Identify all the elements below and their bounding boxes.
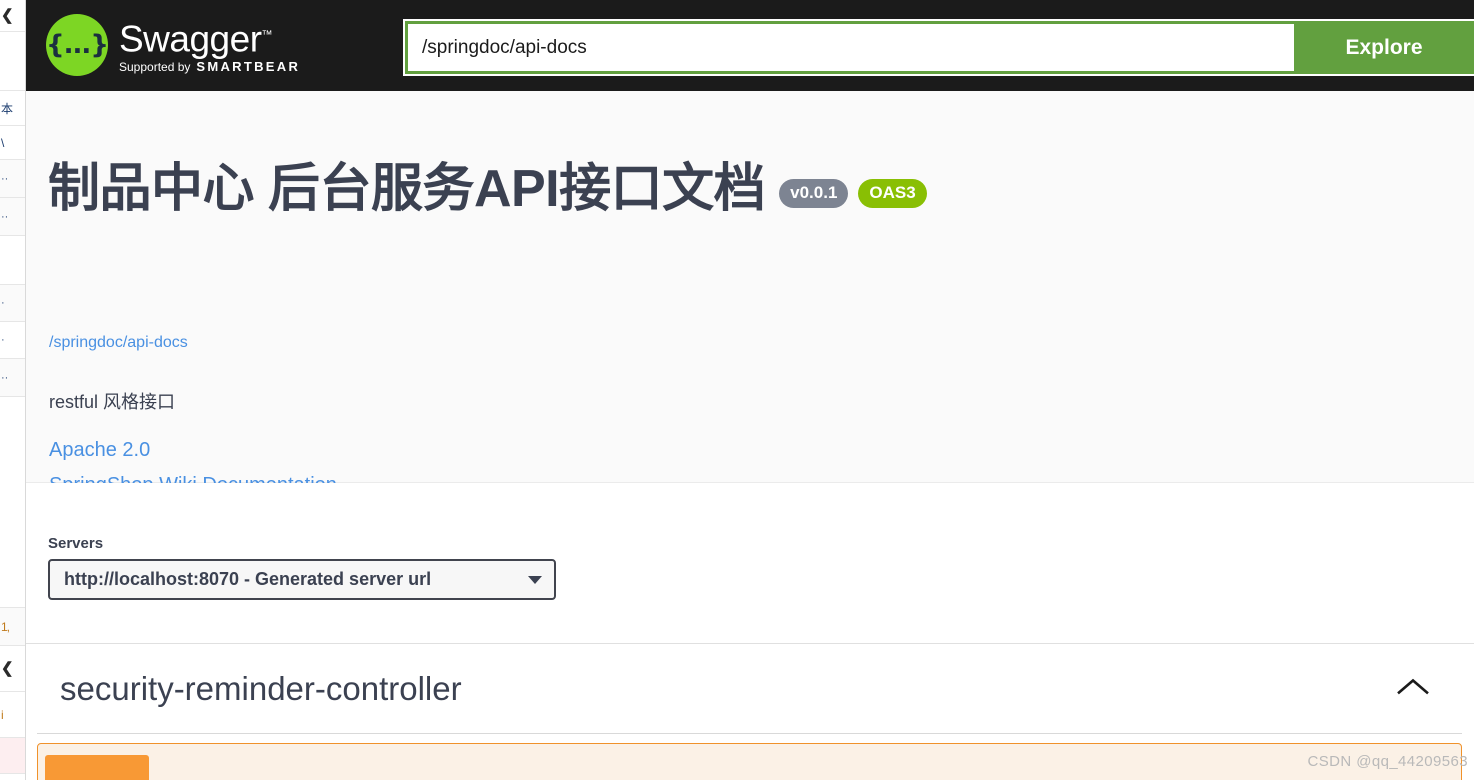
chevron-down-icon [528, 575, 542, 584]
page-title: 制品中心 后台服务API接口文档 [48, 160, 766, 218]
license-link[interactable]: Apache 2.0 [49, 439, 150, 462]
api-info-block: 制品中心 后台服务API接口文档 v0.0.1 OAS3 /springdoc/… [25, 91, 1474, 496]
version-badge: v0.0.1 [779, 178, 849, 208]
strip-text-fragment: · [1, 334, 5, 346]
strip-row: 1, [0, 608, 25, 646]
strip-text-fragment: ·· [1, 172, 9, 185]
strip-row: ·· [0, 160, 25, 198]
supported-by-label: Supported by [119, 60, 191, 75]
strip-text-fragment: 本 [1, 101, 13, 116]
strip-row [0, 397, 25, 608]
spec-url-link[interactable]: /springdoc/api-docs [49, 334, 188, 352]
http-method-badge [45, 755, 149, 780]
chevron-up-icon[interactable] [1396, 676, 1430, 701]
servers-block: Servers http://localhost:8070 - Generate… [25, 483, 1474, 644]
swagger-logo[interactable]: {...} Swagger™ Supported by SMARTBEAR [46, 14, 300, 76]
swagger-logo-icon: {...} [46, 14, 109, 76]
smartbear-label: SMARTBEAR [196, 59, 301, 75]
strip-row[interactable]: ❮ [0, 646, 25, 692]
spec-url-input[interactable] [408, 24, 1294, 71]
api-title-row: 制品中心 后台服务API接口文档 v0.0.1 OAS3 [48, 163, 927, 215]
strip-text-fragment: i [1, 707, 4, 722]
strip-row: i [0, 692, 25, 738]
api-description: restful 风格接口 [49, 392, 176, 412]
swagger-topbar: {...} Swagger™ Supported by SMARTBEAR Ex… [25, 0, 1474, 91]
strip-row: ·· [0, 359, 25, 397]
swagger-ui-page: ❮ 本 \ ·· ·· · · ·· 1, ❮ i {...} Swagger™ Supported… [0, 0, 1474, 780]
strip-text-fragment: 1, [1, 619, 10, 634]
tag-header[interactable]: security-reminder-controller [37, 644, 1462, 734]
swagger-wordmark: Swagger™ [119, 16, 300, 58]
strip-row [0, 738, 25, 774]
braces-icon: {...} [46, 30, 109, 60]
strip-row [0, 236, 25, 285]
strip-row: 本 [0, 91, 25, 126]
strip-row: · [0, 322, 25, 359]
strip-row [0, 774, 25, 780]
server-select[interactable]: http://localhost:8070 - Generated server… [48, 559, 556, 600]
strip-text-fragment: ·· [1, 210, 9, 223]
explore-button[interactable]: Explore [1294, 21, 1474, 74]
swagger-logo-text: Swagger™ Supported by SMARTBEAR [119, 16, 300, 75]
strip-row: \ [0, 126, 25, 160]
strip-row[interactable]: ❮ [0, 0, 25, 32]
swagger-wordmark-label: Swagger [119, 18, 262, 60]
tag-name: security-reminder-controller [60, 669, 462, 707]
swagger-logo-subline: Supported by SMARTBEAR [119, 59, 300, 74]
strip-text-fragment: · [1, 297, 5, 309]
operation-block-put[interactable] [37, 743, 1462, 780]
oas-badge: OAS3 [858, 178, 927, 208]
spec-url-form: Explore [403, 19, 1474, 76]
servers-label: Servers [48, 535, 104, 552]
strip-text-fragment: \ [1, 135, 5, 150]
chevron-left-icon: ❮ [1, 7, 14, 24]
strip-row [0, 32, 25, 91]
left-clipped-panel: ❮ 本 \ ·· ·· · · ·· 1, ❮ i [0, 0, 26, 780]
strip-text-fragment: ·· [1, 371, 9, 384]
tag-section-security-reminder-controller: security-reminder-controller [25, 644, 1474, 780]
chevron-left-icon: ❮ [1, 660, 14, 677]
strip-row: ·· [0, 198, 25, 236]
trademark-icon: ™ [261, 28, 273, 41]
strip-row: · [0, 285, 25, 322]
server-select-value: http://localhost:8070 - Generated server… [64, 569, 432, 589]
